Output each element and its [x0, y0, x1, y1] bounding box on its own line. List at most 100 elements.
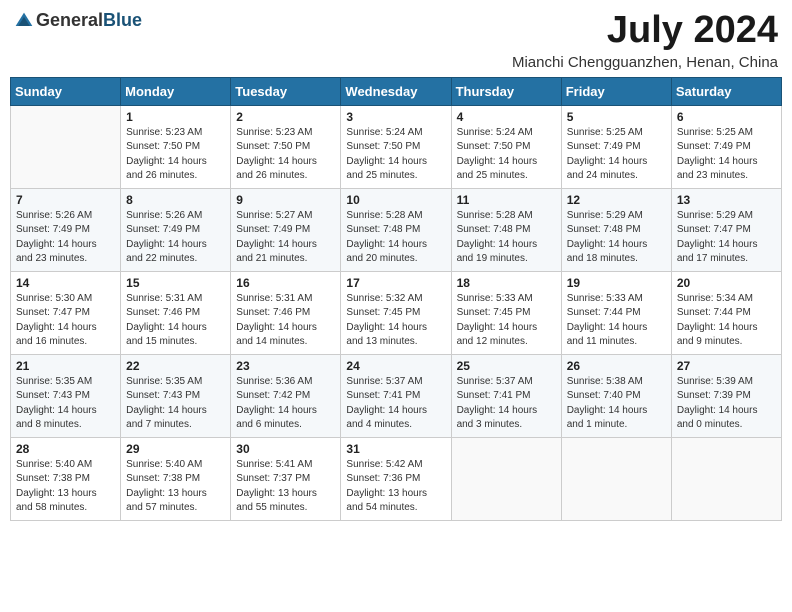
calendar-cell: 2 Sunrise: 5:23 AMSunset: 7:50 PMDaylight… [231, 105, 341, 188]
weekday-header: Monday [121, 77, 231, 105]
calendar-cell: 31 Sunrise: 5:42 AMSunset: 7:36 PMDayligh… [341, 437, 451, 520]
calendar-cell: 3 Sunrise: 5:24 AMSunset: 7:50 PMDaylight… [341, 105, 451, 188]
day-info: Sunrise: 5:28 AMSunset: 7:48 PMDaylight:… [346, 209, 445, 267]
weekday-header: Sunday [11, 77, 121, 105]
day-number: 5 [567, 110, 666, 124]
calendar-cell: 16Sunrise: 5:31 AMSunset: 7:46 PMDayligh… [231, 271, 341, 354]
day-info: Sunrise: 5:33 AMSunset: 7:44 PMDaylight:… [567, 292, 666, 350]
day-info: Sunrise: 5:40 AMSunset: 7:38 PMDaylight:… [16, 458, 115, 516]
calendar-cell: 14Sunrise: 5:30 AMSunset: 7:47 PMDayligh… [11, 271, 121, 354]
day-info: Sunrise: 5:25 AMSunset: 7:49 PMDaylight:… [677, 126, 776, 184]
day-number: 2 [236, 110, 335, 124]
day-info: Sunrise: 5:38 AMSunset: 7:40 PMDaylight:… [567, 375, 666, 433]
weekday-header: Tuesday [231, 77, 341, 105]
location-title: Mianchi Chengguanzhen, Henan, China [512, 54, 778, 71]
day-info: Sunrise: 5:32 AMSunset: 7:45 PMDaylight:… [346, 292, 445, 350]
day-info: Sunrise: 5:27 AMSunset: 7:49 PMDaylight:… [236, 209, 335, 267]
day-info: Sunrise: 5:42 AMSunset: 7:36 PMDaylight:… [346, 458, 445, 516]
day-info: Sunrise: 5:34 AMSunset: 7:44 PMDaylight:… [677, 292, 776, 350]
weekday-header: Wednesday [341, 77, 451, 105]
day-info: Sunrise: 5:24 AMSunset: 7:50 PMDaylight:… [457, 126, 556, 184]
day-number: 25 [457, 359, 556, 373]
day-number: 12 [567, 193, 666, 207]
day-number: 7 [16, 193, 115, 207]
page-header: GeneralBlue July 2024 Mianchi Chengguanz… [10, 10, 782, 71]
calendar-cell [451, 437, 561, 520]
day-number: 19 [567, 276, 666, 290]
calendar-cell: 26 Sunrise: 5:38 AMSunset: 7:40 PMDayligh… [561, 354, 671, 437]
day-info: Sunrise: 5:33 AMSunset: 7:45 PMDaylight:… [457, 292, 556, 350]
logo: GeneralBlue [14, 10, 142, 31]
calendar-cell: 22Sunrise: 5:35 AMSunset: 7:43 PMDayligh… [121, 354, 231, 437]
day-info: Sunrise: 5:23 AMSunset: 7:50 PMDaylight:… [126, 126, 225, 184]
calendar-cell: 8Sunrise: 5:26 AMSunset: 7:49 PMDaylight… [121, 188, 231, 271]
day-info: Sunrise: 5:35 AMSunset: 7:43 PMDaylight:… [16, 375, 115, 433]
day-number: 22 [126, 359, 225, 373]
day-number: 8 [126, 193, 225, 207]
calendar-cell: 11Sunrise: 5:28 AMSunset: 7:48 PMDayligh… [451, 188, 561, 271]
day-info: Sunrise: 5:31 AMSunset: 7:46 PMDaylight:… [236, 292, 335, 350]
calendar-cell [561, 437, 671, 520]
day-number: 27 [677, 359, 776, 373]
day-number: 20 [677, 276, 776, 290]
day-info: Sunrise: 5:39 AMSunset: 7:39 PMDaylight:… [677, 375, 776, 433]
calendar-cell: 6 Sunrise: 5:25 AMSunset: 7:49 PMDaylight… [671, 105, 781, 188]
day-number: 9 [236, 193, 335, 207]
calendar-cell [11, 105, 121, 188]
calendar-cell: 23 Sunrise: 5:36 AMSunset: 7:42 PMDayligh… [231, 354, 341, 437]
calendar-cell: 10 Sunrise: 5:28 AMSunset: 7:48 PMDayligh… [341, 188, 451, 271]
calendar-cell: 20 Sunrise: 5:34 AMSunset: 7:44 PMDayligh… [671, 271, 781, 354]
day-info: Sunrise: 5:23 AMSunset: 7:50 PMDaylight:… [236, 126, 335, 184]
calendar-table: SundayMondayTuesdayWednesdayThursdayFrid… [10, 77, 782, 521]
day-info: Sunrise: 5:41 AMSunset: 7:37 PMDaylight:… [236, 458, 335, 516]
day-info: Sunrise: 5:36 AMSunset: 7:42 PMDaylight:… [236, 375, 335, 433]
calendar-week-row: 28 Sunrise: 5:40 AMSunset: 7:38 PMDayligh… [11, 437, 782, 520]
calendar-cell: 15Sunrise: 5:31 AMSunset: 7:46 PMDayligh… [121, 271, 231, 354]
calendar-week-row: 14Sunrise: 5:30 AMSunset: 7:47 PMDayligh… [11, 271, 782, 354]
calendar-week-row: 21Sunrise: 5:35 AMSunset: 7:43 PMDayligh… [11, 354, 782, 437]
weekday-header: Thursday [451, 77, 561, 105]
calendar-cell [671, 437, 781, 520]
day-number: 30 [236, 442, 335, 456]
calendar-cell: 25 Sunrise: 5:37 AMSunset: 7:41 PMDayligh… [451, 354, 561, 437]
day-info: Sunrise: 5:40 AMSunset: 7:38 PMDaylight:… [126, 458, 225, 516]
day-number: 29 [126, 442, 225, 456]
day-info: Sunrise: 5:26 AMSunset: 7:49 PMDaylight:… [16, 209, 115, 267]
logo-icon [14, 11, 34, 31]
weekday-header: Friday [561, 77, 671, 105]
calendar-cell: 1 Sunrise: 5:23 AMSunset: 7:50 PMDaylight… [121, 105, 231, 188]
day-number: 31 [346, 442, 445, 456]
calendar-cell: 28 Sunrise: 5:40 AMSunset: 7:38 PMDayligh… [11, 437, 121, 520]
calendar-cell: 29 Sunrise: 5:40 AMSunset: 7:38 PMDayligh… [121, 437, 231, 520]
calendar-cell: 18 Sunrise: 5:33 AMSunset: 7:45 PMDayligh… [451, 271, 561, 354]
day-info: Sunrise: 5:25 AMSunset: 7:49 PMDaylight:… [567, 126, 666, 184]
calendar-cell: 19 Sunrise: 5:33 AMSunset: 7:44 PMDayligh… [561, 271, 671, 354]
logo-text-blue: Blue [103, 10, 142, 30]
logo-text-general: General [36, 10, 103, 30]
calendar-cell: 30 Sunrise: 5:41 AMSunset: 7:37 PMDayligh… [231, 437, 341, 520]
day-info: Sunrise: 5:30 AMSunset: 7:47 PMDaylight:… [16, 292, 115, 350]
calendar-cell: 27 Sunrise: 5:39 AMSunset: 7:39 PMDayligh… [671, 354, 781, 437]
day-number: 28 [16, 442, 115, 456]
header-row: SundayMondayTuesdayWednesdayThursdayFrid… [11, 77, 782, 105]
calendar-cell: 12Sunrise: 5:29 AMSunset: 7:48 PMDayligh… [561, 188, 671, 271]
day-info: Sunrise: 5:37 AMSunset: 7:41 PMDaylight:… [457, 375, 556, 433]
day-number: 3 [346, 110, 445, 124]
calendar-cell: 5 Sunrise: 5:25 AMSunset: 7:49 PMDaylight… [561, 105, 671, 188]
day-info: Sunrise: 5:37 AMSunset: 7:41 PMDaylight:… [346, 375, 445, 433]
day-number: 15 [126, 276, 225, 290]
calendar-cell: 4Sunrise: 5:24 AMSunset: 7:50 PMDaylight… [451, 105, 561, 188]
month-title: July 2024 [512, 10, 778, 52]
day-number: 10 [346, 193, 445, 207]
day-number: 6 [677, 110, 776, 124]
day-info: Sunrise: 5:24 AMSunset: 7:50 PMDaylight:… [346, 126, 445, 184]
day-number: 23 [236, 359, 335, 373]
day-number: 1 [126, 110, 225, 124]
day-number: 26 [567, 359, 666, 373]
calendar-week-row: 1 Sunrise: 5:23 AMSunset: 7:50 PMDaylight… [11, 105, 782, 188]
calendar-cell: 17Sunrise: 5:32 AMSunset: 7:45 PMDayligh… [341, 271, 451, 354]
day-number: 11 [457, 193, 556, 207]
day-number: 18 [457, 276, 556, 290]
calendar-cell: 7 Sunrise: 5:26 AMSunset: 7:49 PMDaylight… [11, 188, 121, 271]
day-number: 24 [346, 359, 445, 373]
